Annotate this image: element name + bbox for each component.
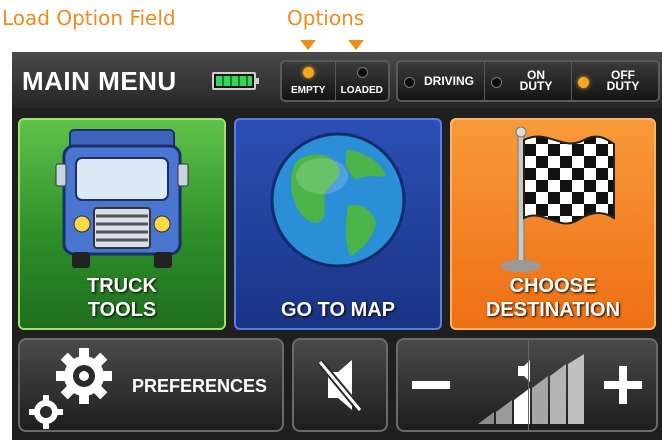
volume-minus-icon <box>412 381 450 389</box>
preferences-label: PREFERENCES <box>132 376 268 396</box>
mute-speaker-icon <box>317 359 363 413</box>
callout-arrow-loaded <box>348 40 364 50</box>
volume-bars-icon <box>412 354 642 424</box>
go-to-map-button[interactable]: GO TO MAP <box>234 118 442 330</box>
indicator-dot-icon <box>303 67 314 78</box>
volume-control <box>396 338 658 432</box>
load-option-field-callout: Load Option Field <box>2 6 176 30</box>
load-option-empty-label: EMPTY <box>291 85 326 96</box>
mute-button[interactable] <box>292 338 388 432</box>
duty-option-driving[interactable]: DRIVING <box>398 62 484 100</box>
indicator-dot-icon <box>356 67 368 78</box>
duty-option-off-duty-label: OFF DUTY <box>606 68 640 93</box>
indicator-dot-icon <box>578 77 589 88</box>
duty-option-on-duty[interactable]: ON DUTY <box>484 62 571 100</box>
battery-tip <box>256 78 259 84</box>
load-option-loaded[interactable]: LOADED <box>334 62 389 100</box>
battery-full-icon <box>212 72 259 90</box>
choose-destination-button[interactable]: CHOOSE DESTINATION <box>450 118 656 330</box>
callout-arrow-empty <box>300 40 316 50</box>
load-option-field: EMPTY LOADED <box>280 60 390 102</box>
choose-destination-label: CHOOSE DESTINATION <box>485 275 621 321</box>
load-option-loaded-label: LOADED <box>340 85 383 96</box>
page-title: MAIN MENU <box>22 66 177 96</box>
duty-option-off-duty[interactable]: OFF DUTY <box>571 62 658 100</box>
globe-icon <box>270 132 406 268</box>
duty-option-driving-label: DRIVING <box>423 73 474 88</box>
preferences-button[interactable]: PREFERENCES <box>18 338 284 432</box>
top-bar: MAIN MENU EMPTY LOADED DRIVING ON DUTY O… <box>12 52 662 108</box>
indicator-dot-icon <box>491 77 502 88</box>
duty-option-on-duty-label: ON DUTY <box>519 68 553 93</box>
gears-icon <box>29 348 112 429</box>
truck-tools-button[interactable]: TRUCK TOOLS <box>18 118 226 330</box>
battery-level <box>216 76 252 86</box>
options-callout: Options <box>287 6 365 30</box>
truck-tools-label: TRUCK TOOLS <box>87 275 157 321</box>
go-to-map-label: GO TO MAP <box>280 299 396 321</box>
load-option-empty[interactable]: EMPTY <box>282 62 335 100</box>
device-screen: MAIN MENU EMPTY LOADED DRIVING ON DUTY O… <box>12 52 662 440</box>
duty-status-field: DRIVING ON DUTY OFF DUTY <box>396 60 660 102</box>
indicator-dot-icon <box>404 77 415 88</box>
volume-divider <box>528 340 529 430</box>
